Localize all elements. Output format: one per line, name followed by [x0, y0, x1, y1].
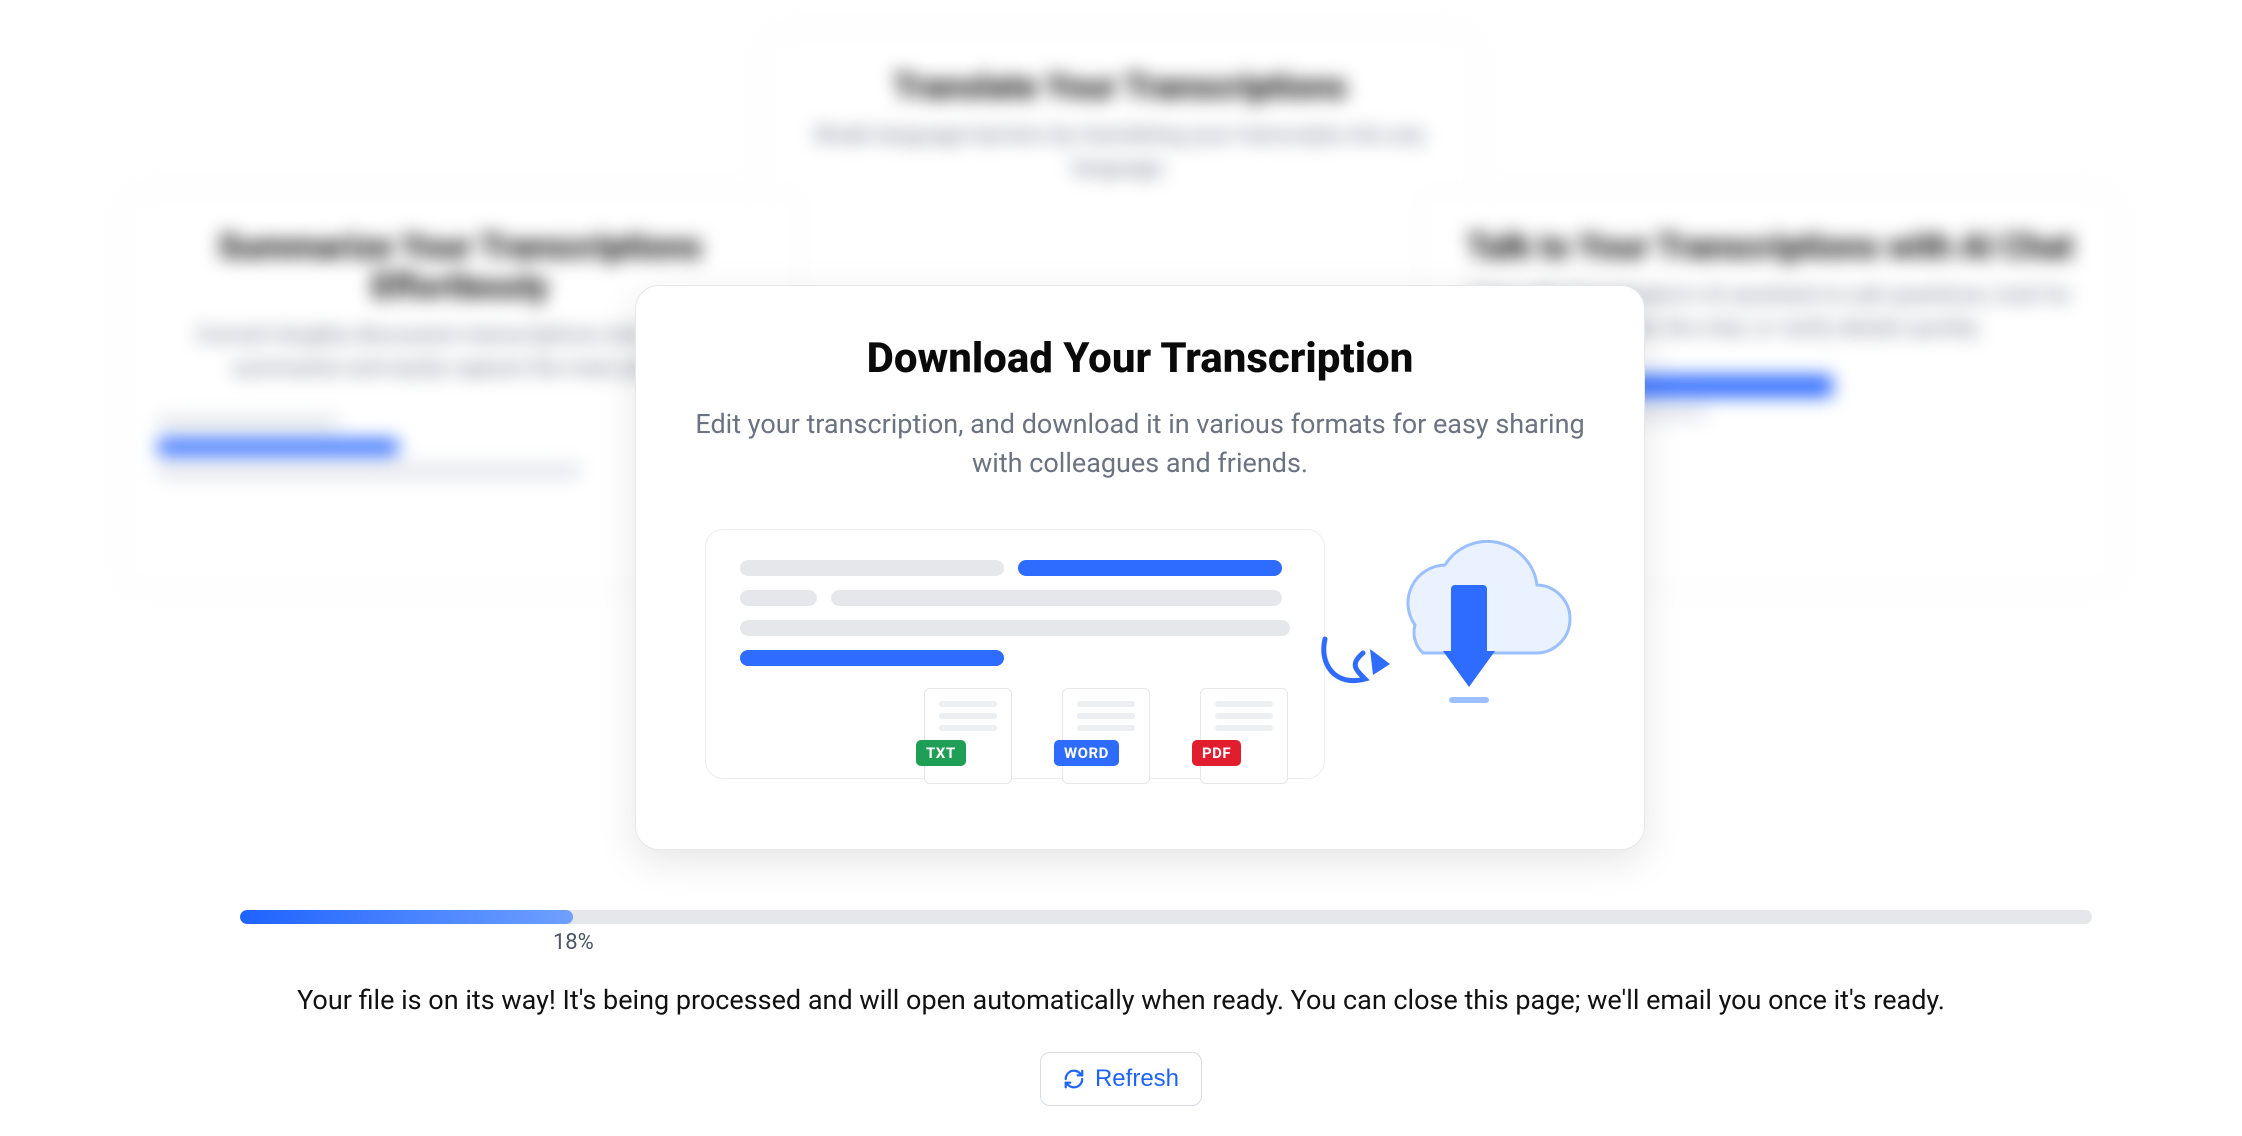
- cloud-download-icon: [1355, 515, 1575, 735]
- format-label: WORD: [1054, 740, 1119, 766]
- format-chips: TXT WORD PDF: [924, 688, 1288, 784]
- card-title: Download Your Transcription: [867, 334, 1414, 383]
- upload-progress: 18%: [240, 910, 2092, 924]
- download-illustration: TXT WORD PDF: [705, 519, 1575, 779]
- download-transcription-card: Download Your Transcription Edit your tr…: [635, 285, 1645, 850]
- format-label: PDF: [1192, 740, 1241, 766]
- progress-percent-label: 18%: [553, 930, 594, 955]
- format-chip-word: WORD: [1062, 688, 1150, 784]
- format-chip-pdf: PDF: [1200, 688, 1288, 784]
- card-description: Edit your transcription, and download it…: [695, 405, 1585, 483]
- refresh-button-label: Refresh: [1095, 1065, 1179, 1093]
- processing-status-text: Your file is on its way! It's being proc…: [0, 984, 2242, 1016]
- bg-card-sub: Break language barriers by translating y…: [797, 119, 1443, 185]
- bg-card-title: Talk to Your Transcriptions with AI Chat: [1457, 227, 2083, 267]
- progress-bar-track: [240, 910, 2092, 924]
- format-label: TXT: [916, 740, 966, 766]
- refresh-button[interactable]: Refresh: [1040, 1052, 1202, 1106]
- transcript-preview: TXT WORD PDF: [705, 529, 1325, 779]
- refresh-icon: [1063, 1068, 1085, 1090]
- format-chip-txt: TXT: [924, 688, 1012, 784]
- progress-bar-fill: [240, 910, 573, 924]
- bg-card-title: Translate Your Transcriptions: [797, 67, 1443, 107]
